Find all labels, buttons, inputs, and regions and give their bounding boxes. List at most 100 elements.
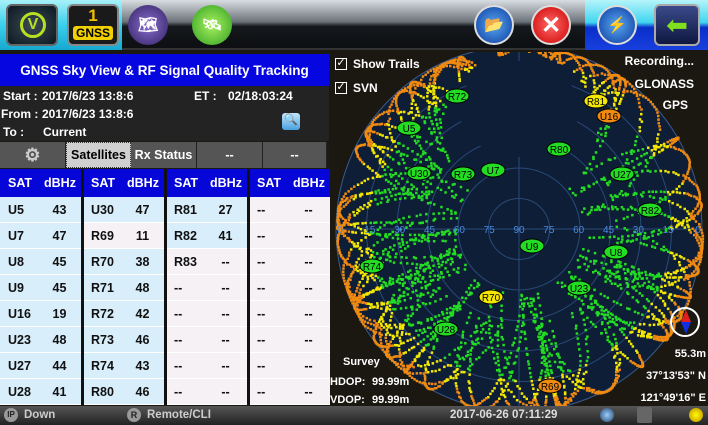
trail-point: [410, 376, 414, 379]
trail-point: [604, 134, 607, 138]
trail-point: [376, 241, 379, 244]
trail-point: [614, 91, 618, 94]
trail-point: [665, 248, 668, 251]
trail-point: [347, 230, 351, 233]
trail-point: [374, 274, 378, 278]
back-arrow-icon[interactable]: ⬅: [654, 4, 700, 46]
trail-point: [540, 323, 544, 326]
trail-point: [595, 180, 598, 184]
alert-icon[interactable]: [689, 408, 703, 422]
table-row[interactable]: U30 47: [83, 197, 164, 223]
trail-point: [363, 204, 366, 207]
trail-point: [612, 382, 615, 386]
trail-point: [500, 319, 504, 322]
table-row[interactable]: -- --: [249, 379, 330, 405]
table-row[interactable]: -- --: [166, 353, 247, 379]
table-row[interactable]: -- --: [249, 327, 330, 353]
table-row[interactable]: -- --: [249, 197, 330, 223]
trail-point: [364, 135, 368, 138]
tab-satellites[interactable]: Satellites: [66, 142, 131, 168]
trail-point: [353, 214, 356, 217]
trail-point: [360, 320, 364, 324]
table-row[interactable]: R73 46: [83, 327, 164, 353]
trail-point: [466, 350, 470, 353]
table-row[interactable]: R80 46: [83, 379, 164, 405]
trail-point: [590, 302, 593, 306]
trail-point: [535, 400, 538, 403]
trail-point: [352, 267, 356, 271]
trail-point: [624, 277, 628, 281]
globe-icon[interactable]: [600, 408, 614, 422]
trail-point: [362, 301, 365, 304]
satellite-lock-icon[interactable]: 🛰: [192, 5, 232, 45]
trail-point: [366, 192, 369, 195]
table-row[interactable]: U28 41: [0, 379, 81, 405]
table-row[interactable]: U23 48: [0, 327, 81, 353]
table-row[interactable]: -- --: [166, 379, 247, 405]
table-row[interactable]: U9 45: [0, 275, 81, 301]
table-row[interactable]: -- --: [166, 301, 247, 327]
sat-dbhz: --: [304, 358, 313, 373]
trail-point: [500, 387, 503, 391]
trail-point: [619, 351, 622, 354]
trail-point: [689, 231, 692, 234]
trail-point: [427, 382, 431, 385]
trail-point: [451, 61, 455, 65]
trail-point: [646, 334, 649, 338]
tab-rx-status[interactable]: Rx Status: [131, 142, 197, 168]
trail-point: [435, 138, 438, 142]
show-trails-checkbox[interactable]: ✓: [335, 58, 347, 70]
close-icon[interactable]: ✕: [531, 5, 571, 45]
sky-view-panel: 0 15 30 45 60 75 90 75 60 45 30 15 0 R72 R81 U16 U5 R80 U7…: [330, 52, 708, 406]
table-row[interactable]: -- --: [249, 301, 330, 327]
table-row[interactable]: R71 48: [83, 275, 164, 301]
trail-point: [615, 263, 619, 267]
table-row[interactable]: U5 43: [0, 197, 81, 223]
trail-point: [648, 323, 652, 327]
sat-id: R70: [91, 254, 114, 269]
tab-empty-1[interactable]: --: [197, 142, 263, 168]
power-plug-icon[interactable]: ⚡: [597, 5, 637, 45]
trail-point: [618, 361, 622, 365]
table-row[interactable]: U7 47: [0, 223, 81, 249]
trail-point: [433, 79, 436, 82]
table-row[interactable]: U8 45: [0, 249, 81, 275]
table-row[interactable]: -- --: [166, 275, 247, 301]
gnss-badge-icon[interactable]: 1 GNSS: [67, 4, 119, 46]
storage-icon[interactable]: [637, 407, 652, 423]
table-row[interactable]: -- --: [249, 275, 330, 301]
search-icon[interactable]: 🔍: [282, 113, 300, 130]
table-row[interactable]: R83 --: [166, 249, 247, 275]
viavi-home-icon[interactable]: V: [6, 4, 58, 46]
tab-empty-2[interactable]: --: [263, 142, 327, 168]
table-row[interactable]: R82 41: [166, 223, 247, 249]
table-row[interactable]: R74 43: [83, 353, 164, 379]
trail-point: [688, 163, 691, 166]
table-row[interactable]: -- --: [249, 353, 330, 379]
trail-point: [621, 238, 624, 241]
table-row[interactable]: R69 11: [83, 223, 164, 249]
trail-point: [694, 220, 698, 223]
map-lock-icon[interactable]: 🗺: [128, 5, 168, 45]
table-row[interactable]: R70 38: [83, 249, 164, 275]
table-row[interactable]: R72 42: [83, 301, 164, 327]
trail-point: [630, 85, 634, 88]
trail-point: [548, 319, 551, 323]
table-row[interactable]: -- --: [166, 327, 247, 353]
svn-checkbox[interactable]: ✓: [335, 82, 347, 94]
trail-point: [696, 186, 699, 189]
trail-point: [435, 387, 438, 390]
trail-point: [630, 207, 634, 210]
trail-point: [638, 323, 642, 326]
trail-point: [599, 144, 602, 148]
trail-point: [523, 332, 527, 336]
trail-point: [698, 200, 701, 203]
table-row[interactable]: -- --: [249, 223, 330, 249]
table-row[interactable]: -- --: [249, 249, 330, 275]
trail-point: [621, 153, 624, 156]
table-row[interactable]: U16 19: [0, 301, 81, 327]
settings-gear-icon[interactable]: ⚙: [0, 142, 66, 168]
table-row[interactable]: R81 27: [166, 197, 247, 223]
table-row[interactable]: U27 44: [0, 353, 81, 379]
folder-usb-icon[interactable]: 📂: [474, 5, 514, 45]
